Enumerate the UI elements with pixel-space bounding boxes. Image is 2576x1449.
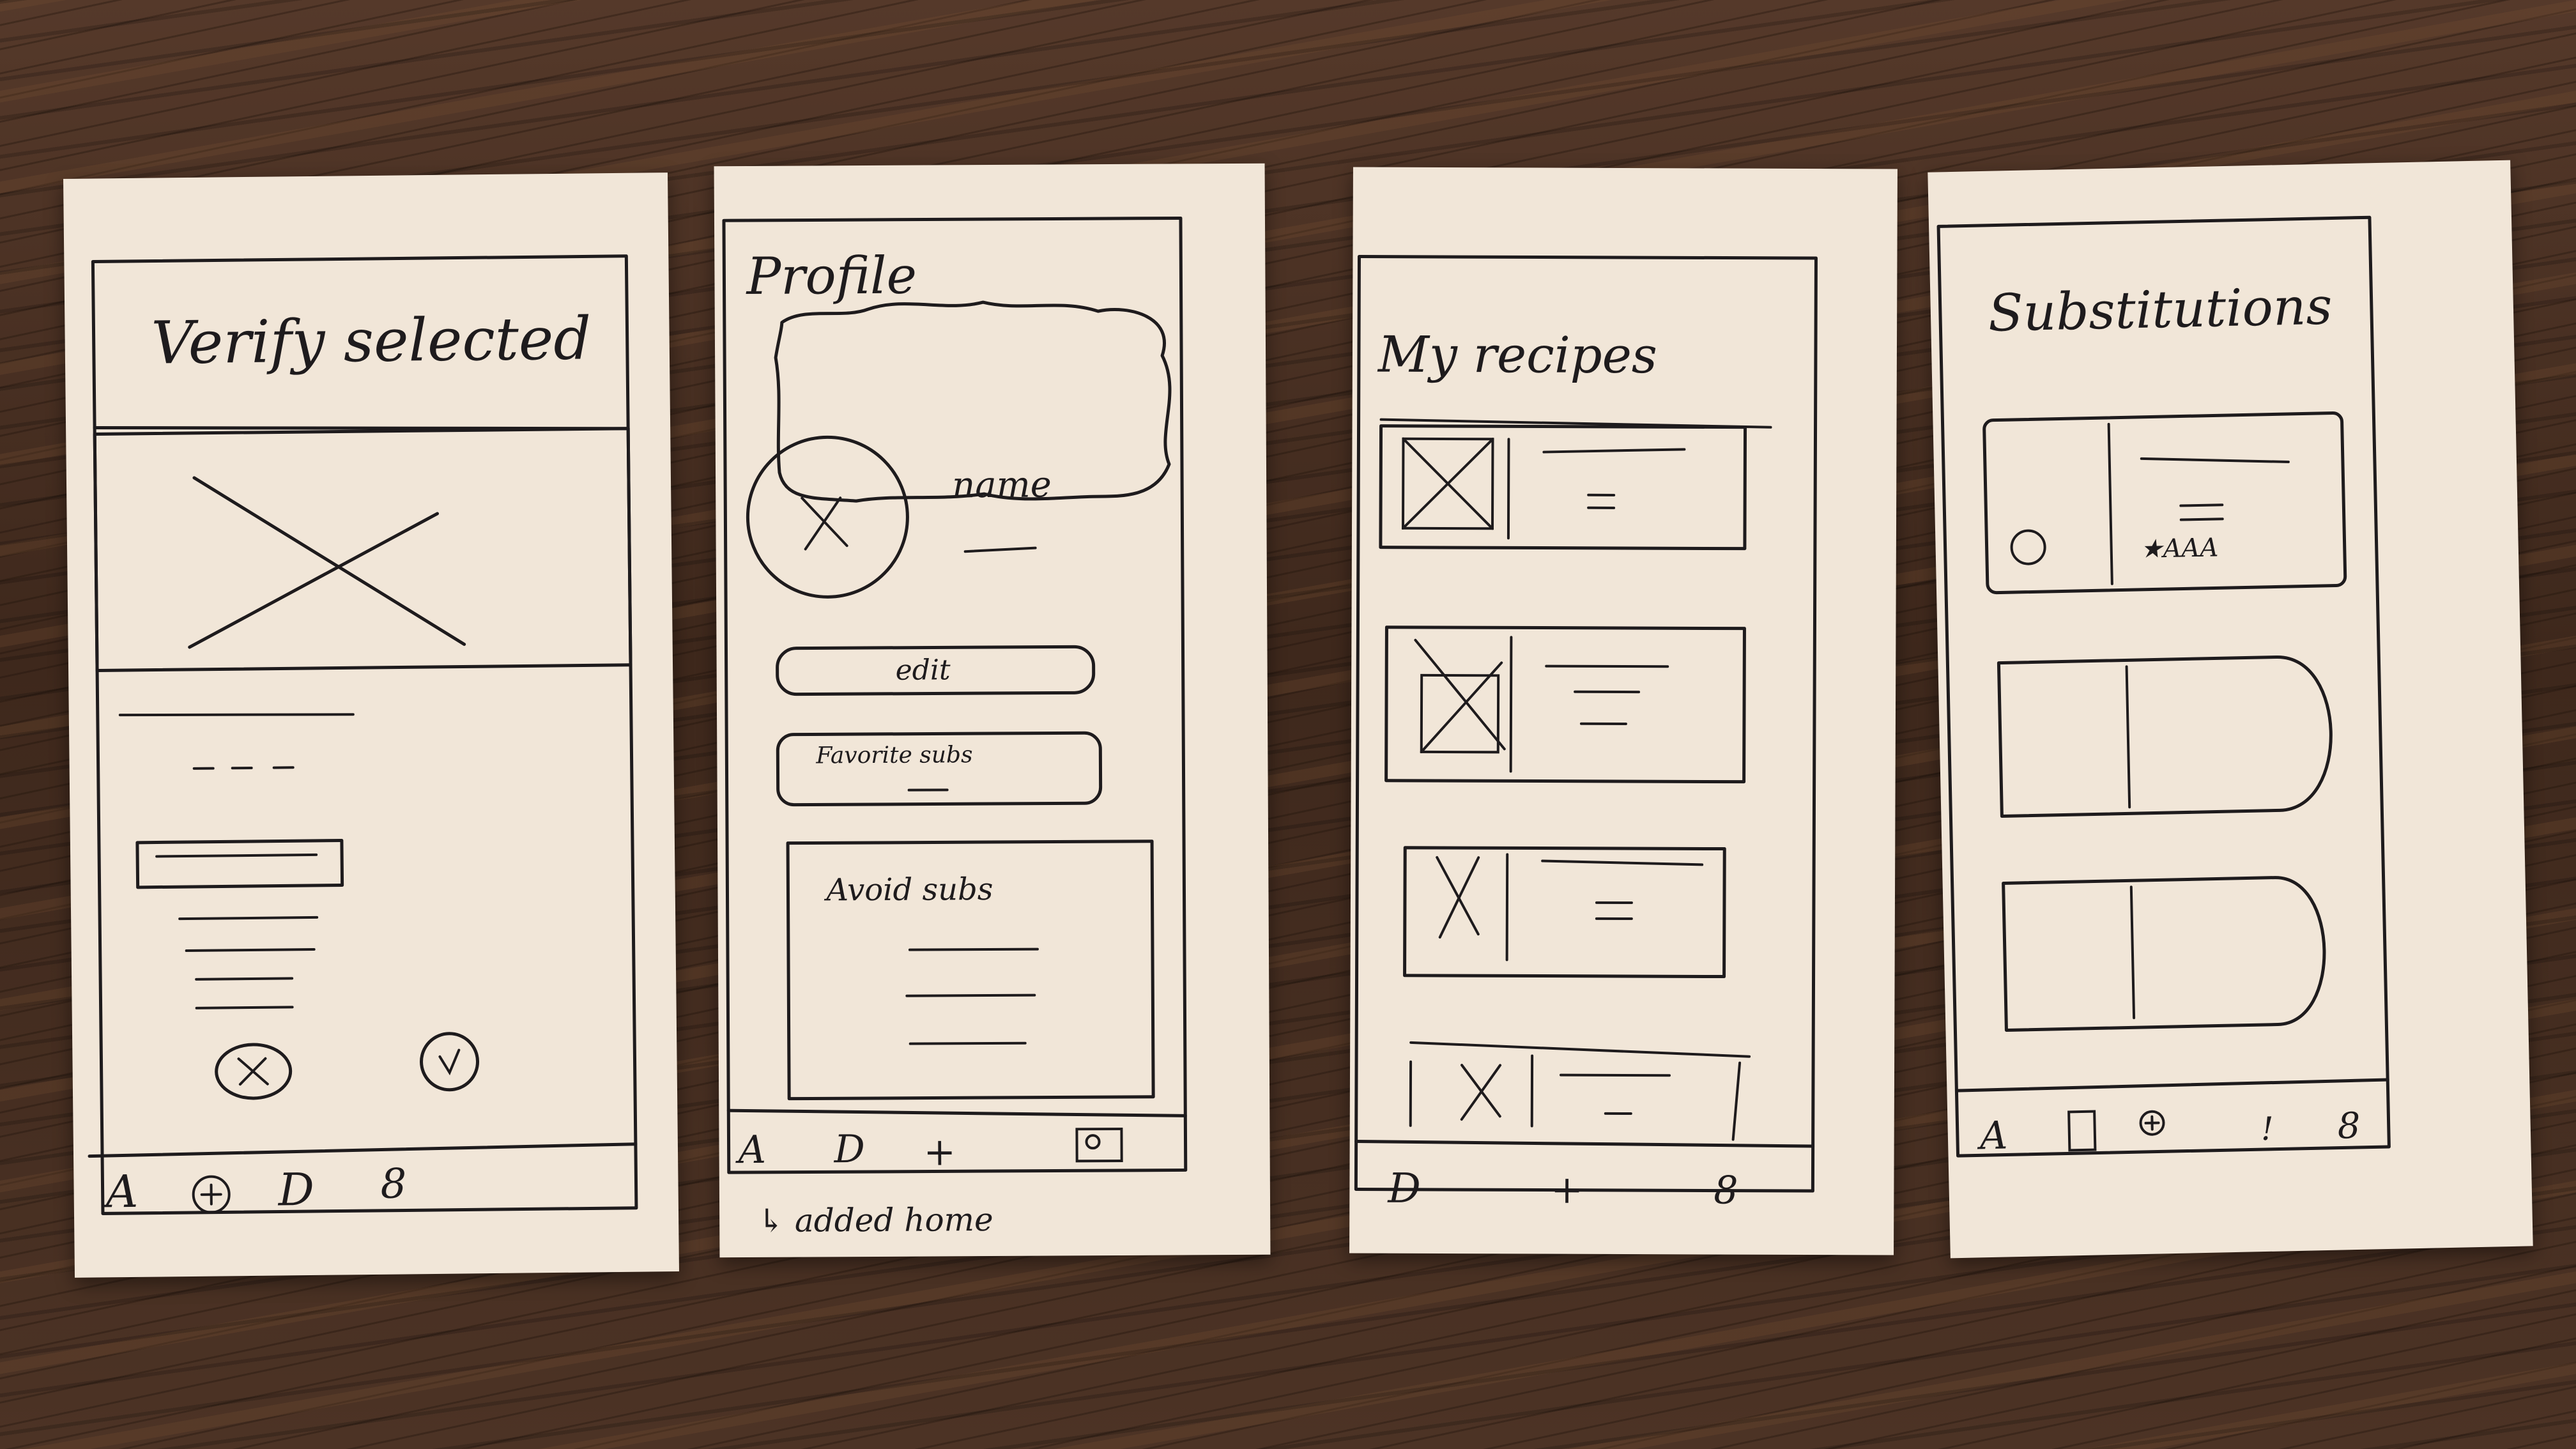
nav-item-4: ! <box>2260 1110 2274 1147</box>
screen-title: Substitutions <box>1988 277 2333 343</box>
sketch-card-my-recipes: My recipes D + 8 <box>1349 167 1897 1255</box>
nav-item-2: + <box>1551 1168 1583 1213</box>
nav-add-icon <box>192 1175 231 1214</box>
nav-item-5: 8 <box>2337 1105 2361 1147</box>
favorite-subs-label: Favorite subs <box>815 742 972 769</box>
nav-add-icon <box>2139 1110 2165 1136</box>
nav-item-3: 8 <box>1713 1168 1738 1213</box>
substitution-card[interactable]: ★AAA <box>1982 411 2347 595</box>
nav-profile-icon <box>1075 1127 1123 1163</box>
nav-item-3: + <box>923 1130 956 1174</box>
profile-name: name <box>952 464 1052 507</box>
nav-item-1: A <box>735 1128 766 1172</box>
substitution-card[interactable] <box>2002 876 2326 1032</box>
nav-item-1: D <box>1387 1165 1421 1213</box>
avoid-subs-label: Avoid subs <box>824 871 993 908</box>
image-placeholder <box>93 427 632 672</box>
edit-label: edit <box>896 654 951 686</box>
recipe-card[interactable] <box>1403 846 1726 979</box>
nav-item-1: A <box>1976 1113 2008 1158</box>
detail-box <box>135 838 344 889</box>
heart-icon <box>2010 529 2046 565</box>
screen-title: Profile <box>745 246 917 306</box>
sketch-card-verify: Verify selected A D 8 <box>63 172 679 1278</box>
nav-item-1: A <box>102 1165 138 1218</box>
nav-item-2: D <box>833 1127 864 1172</box>
substitution-card[interactable] <box>1997 655 2333 818</box>
screen-title: Verify selected <box>151 304 592 377</box>
sketch-card-substitutions: Substitutions ★AAA A ! 8 <box>1928 160 2533 1259</box>
reject-button[interactable] <box>215 1043 293 1100</box>
phone-frame <box>91 254 638 1215</box>
rating-stars: ★AAA <box>2140 533 2218 564</box>
nav-item-3: D <box>277 1163 314 1216</box>
screen-title: My recipes <box>1377 326 1657 385</box>
nav-page-icon <box>2067 1110 2097 1152</box>
accept-button[interactable] <box>420 1032 480 1092</box>
recipe-card[interactable] <box>1384 625 1746 784</box>
avatar <box>746 435 909 599</box>
recipe-card[interactable] <box>1409 1041 1751 1141</box>
nav-item-4: 8 <box>380 1160 406 1208</box>
sketch-caption: ↳ added home <box>758 1201 993 1239</box>
sketch-card-profile: Profile name edit Favorite subs Avoid su… <box>714 163 1271 1258</box>
recipe-card[interactable] <box>1379 424 1747 551</box>
